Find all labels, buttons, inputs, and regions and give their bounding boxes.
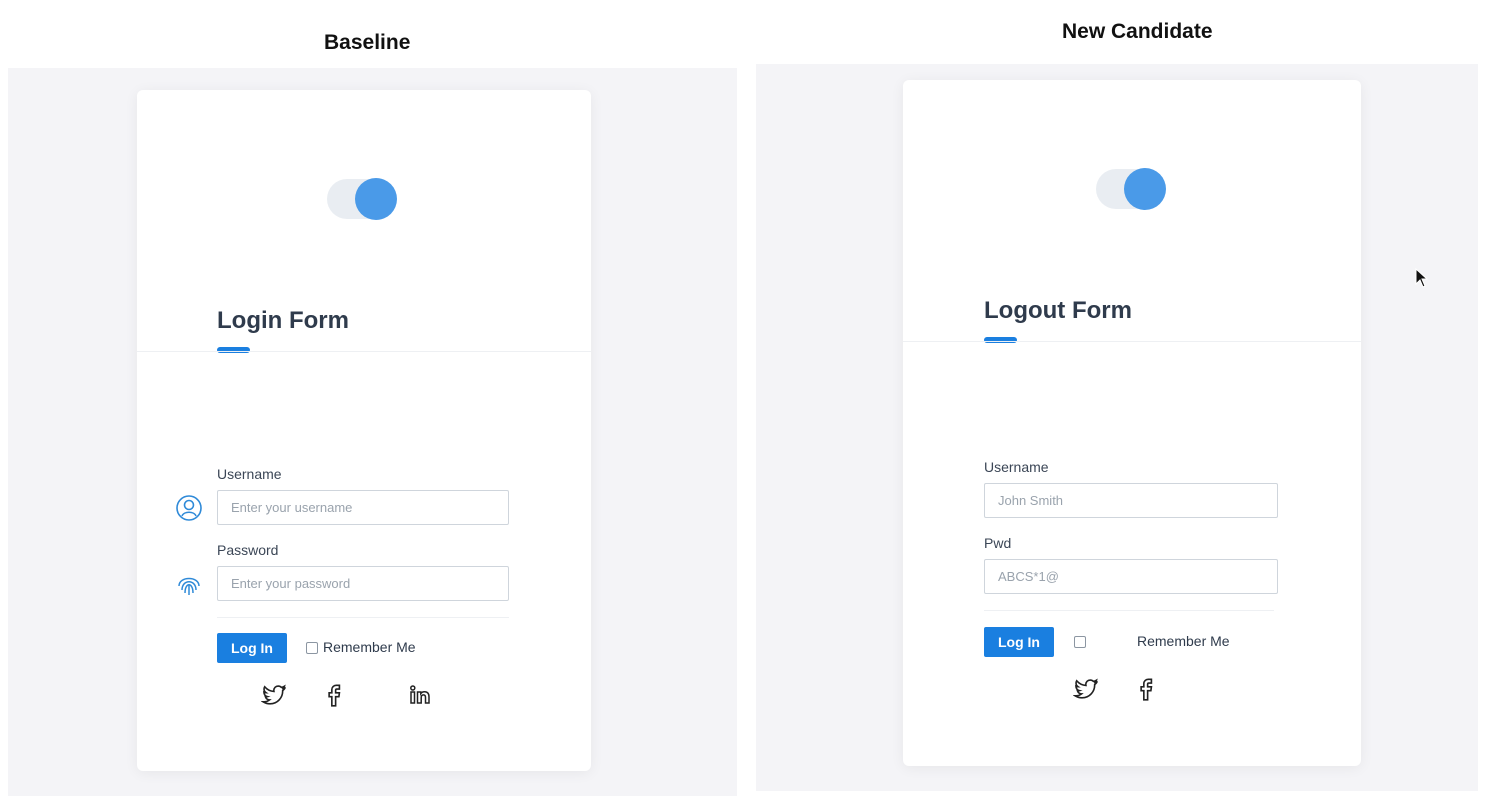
twitter-icon[interactable] (1073, 676, 1099, 702)
form-title: Logout Form (984, 297, 1132, 324)
password-label: Password (217, 542, 279, 558)
facebook-icon[interactable] (1133, 676, 1159, 702)
baseline-heading: Baseline (324, 31, 411, 54)
form-title: Login Form (217, 307, 349, 334)
header-divider (137, 351, 591, 352)
form-separator (217, 617, 509, 618)
facebook-icon[interactable] (321, 682, 347, 708)
candidate-logout-card: Logout Form Username John Smith Pwd ABCS… (903, 80, 1361, 766)
remember-me-label: Remember Me (1137, 633, 1230, 649)
login-button[interactable]: Log In (217, 633, 287, 663)
password-label: Pwd (984, 535, 1012, 551)
user-icon (176, 495, 202, 521)
password-input[interactable]: ABCS*1@ (984, 559, 1278, 594)
mouse-cursor-icon (1415, 268, 1429, 288)
form-separator (984, 610, 1274, 611)
twitter-icon[interactable] (261, 682, 287, 708)
remember-me-checkbox[interactable] (306, 642, 318, 654)
candidate-heading: New Candidate (1062, 20, 1213, 43)
baseline-panel: Login Form Username Enter your username … (8, 68, 737, 796)
username-label: Username (984, 459, 1049, 475)
login-button[interactable]: Log In (984, 627, 1054, 657)
username-label: Username (217, 466, 282, 482)
fingerprint-icon (178, 577, 200, 595)
password-input[interactable]: Enter your password (217, 566, 509, 601)
candidate-panel: Logout Form Username John Smith Pwd ABCS… (756, 64, 1478, 791)
remember-me-checkbox[interactable] (1074, 636, 1086, 648)
toggle-knob (355, 178, 397, 220)
toggle-switch[interactable] (1096, 168, 1168, 210)
toggle-knob (1124, 168, 1166, 210)
username-input[interactable]: Enter your username (217, 490, 509, 525)
toggle-switch[interactable] (327, 178, 399, 220)
remember-me-label: Remember Me (323, 639, 416, 655)
username-input[interactable]: John Smith (984, 483, 1278, 518)
title-underline (984, 337, 1017, 343)
title-underline (217, 347, 250, 353)
linkedin-icon[interactable] (408, 682, 434, 708)
header-divider (903, 341, 1361, 342)
baseline-login-card: Login Form Username Enter your username … (137, 90, 591, 771)
